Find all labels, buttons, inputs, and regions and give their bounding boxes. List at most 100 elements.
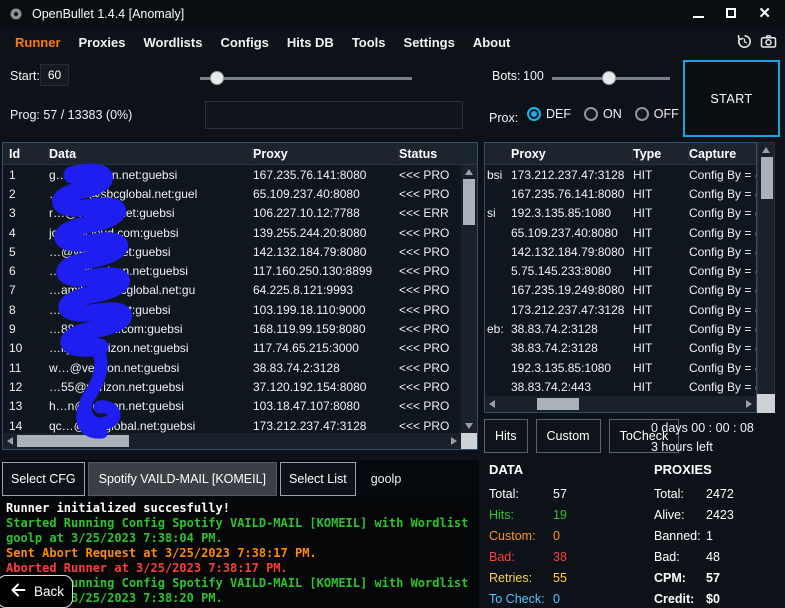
close-button[interactable]: ✕ — [758, 6, 771, 21]
results-vertical-scrollbar[interactable] — [461, 165, 477, 433]
camera-icon[interactable] — [760, 33, 777, 55]
cell-id: 4 — [9, 226, 49, 240]
cell-status: <<< PRO — [399, 419, 461, 433]
hits-row[interactable]: 142.132.184.79:8080HITConfig By = @ — [485, 242, 756, 261]
stat-value: 57 — [706, 568, 720, 589]
scroll-left-icon[interactable] — [489, 400, 495, 408]
hits-row[interactable]: 38.83.74.2:443HITConfig By = @ — [485, 377, 756, 396]
selected-wordlist-label: goolp — [371, 472, 402, 486]
hits-row[interactable]: eb:38.83.74.2:3128HITConfig By = @ — [485, 319, 756, 338]
menu-item-proxies[interactable]: Proxies — [70, 30, 135, 55]
results-row[interactable]: 13h…n@verizon.net:guebsi103.18.47.107:80… — [3, 397, 461, 416]
hits-row[interactable]: si192.3.135.85:1080HITConfig By = @ — [485, 204, 756, 223]
cell-data: …reu@verizon.net:guebsi — [49, 264, 253, 278]
prox-option-def[interactable]: DEF — [527, 107, 571, 121]
minimize-button[interactable] — [693, 5, 704, 23]
cell-proxy: 103.18.47.107:8080 — [253, 399, 399, 413]
radio-off[interactable] — [635, 107, 649, 121]
column-header-type[interactable]: Type — [633, 147, 689, 161]
results-row[interactable]: 1g…@verizon.net:guebsi167.235.76.141:808… — [3, 165, 461, 184]
scrollbar-thumb[interactable] — [761, 157, 773, 199]
scrollbar-thumb[interactable] — [463, 179, 475, 225]
select-cfg-button[interactable]: Select CFG — [2, 462, 85, 496]
start-count-input[interactable] — [40, 64, 69, 86]
hits-row[interactable]: 192.3.135.85:1080HITConfig By = @ — [485, 358, 756, 377]
stat-to-check: To Check:0 — [489, 589, 567, 608]
cell-status: <<< PRO — [399, 283, 461, 297]
hits-row[interactable]: 65.109.237.40:8080HITConfig By = @ — [485, 223, 756, 242]
tab-custom[interactable]: Custom — [536, 419, 601, 453]
scrollbar-thumb[interactable] — [17, 435, 129, 447]
hits-row[interactable]: 38.83.74.2:3128HITConfig By = @ — [485, 339, 756, 358]
hits-row[interactable]: 167.235.19.249:8080HITConfig By = @ — [485, 281, 756, 300]
column-header-status[interactable]: Status — [399, 147, 477, 161]
menu-item-settings[interactable]: Settings — [395, 30, 464, 55]
hits-table-rows: bsi173.212.237.47:3128HITConfig By = @16… — [485, 165, 756, 396]
results-row[interactable]: 4jo…@icloud.com:guebsi139.255.244.20:808… — [3, 223, 461, 242]
tab-hits[interactable]: Hits — [484, 419, 528, 453]
radio-label: OFF — [654, 107, 679, 121]
hits-vertical-scrollbar[interactable] — [757, 142, 775, 413]
hits-horizontal-scrollbar[interactable] — [485, 396, 756, 412]
hits-row[interactable]: 173.212.237.47:3128HITConfig By = @ — [485, 300, 756, 319]
scrollbar-corner — [461, 433, 477, 449]
column-header-proxy[interactable]: Proxy — [253, 147, 399, 161]
cell-proxy: 106.227.10.12:7788 — [253, 206, 399, 220]
scroll-left-icon[interactable] — [7, 437, 13, 445]
menu-item-hits-db[interactable]: Hits DB — [278, 30, 343, 55]
stat-value: 2472 — [706, 484, 734, 505]
selected-config-button[interactable]: Spotify VAILD-MAIL [KOMEIL] — [88, 462, 277, 496]
results-row[interactable]: 12…55@verizon.net:guebsi37.120.192.154:8… — [3, 377, 461, 396]
scroll-right-icon[interactable] — [746, 400, 752, 408]
radio-on[interactable] — [584, 107, 598, 121]
results-row[interactable]: 3r…@verizon.net:guebsi106.227.10.12:7788… — [3, 204, 461, 223]
stat-credit: Credit:$0 — [654, 589, 734, 608]
prox-option-on[interactable]: ON — [584, 107, 622, 121]
menu-item-about[interactable]: About — [464, 30, 520, 55]
menu-item-tools[interactable]: Tools — [343, 30, 395, 55]
menu-item-runner[interactable]: Runner — [6, 30, 70, 55]
slider-thumb[interactable] — [602, 71, 616, 85]
start-slider[interactable] — [200, 71, 412, 85]
results-row[interactable]: 11w…@verizon.net:guebsi38.83.74.2:3128<<… — [3, 358, 461, 377]
scroll-up-icon[interactable] — [762, 147, 770, 153]
results-row[interactable]: 6…reu@verizon.net:guebsi117.160.250.130:… — [3, 261, 461, 280]
results-horizontal-scrollbar[interactable] — [3, 433, 461, 449]
back-button[interactable]: Back — [0, 575, 73, 608]
results-row[interactable]: 9…88@icloud.com:guebsi168.119.99.159:808… — [3, 319, 461, 338]
column-header-capture[interactable]: Capture — [689, 147, 756, 161]
column-header-proxy[interactable]: Proxy — [511, 147, 633, 161]
column-header-id[interactable]: Id — [9, 147, 49, 161]
scroll-down-icon[interactable] — [465, 423, 473, 429]
bots-slider[interactable] — [552, 71, 670, 85]
maximize-button[interactable] — [726, 5, 736, 23]
bots-label: Bots: — [492, 69, 521, 83]
results-row[interactable]: 10…ily4@verizon.net:guebsi117.74.65.215:… — [3, 339, 461, 358]
cell-type: HIT — [633, 283, 689, 297]
cell-proxy: 117.74.65.215:3000 — [253, 341, 399, 355]
results-row[interactable]: 2…mare@sbcglobal.net:guel65.109.237.40:8… — [3, 184, 461, 203]
menu-item-configs[interactable]: Configs — [211, 30, 277, 55]
results-row[interactable]: 14qc…@sbcglobal.net:guebsi173.212.237.47… — [3, 416, 461, 433]
stat-label: Total: — [654, 484, 706, 505]
start-button[interactable]: START — [683, 60, 780, 137]
scroll-up-icon[interactable] — [465, 169, 473, 175]
results-row[interactable]: 8…@verizon.net:guebsi103.199.18.110:9000… — [3, 300, 461, 319]
history-icon[interactable] — [736, 33, 753, 55]
slider-thumb[interactable] — [210, 71, 224, 85]
prox-option-off[interactable]: OFF — [635, 107, 679, 121]
menu-item-wordlists[interactable]: Wordlists — [134, 30, 211, 55]
hits-row[interactable]: bsi173.212.237.47:3128HITConfig By = @ — [485, 165, 756, 184]
cell-data: jo…@icloud.com:guebsi — [49, 226, 253, 240]
select-list-button[interactable]: Select List — [280, 462, 356, 496]
hits-row[interactable]: 167.235.76.141:8080HITConfig By = @ — [485, 184, 756, 203]
scrollbar-thumb[interactable] — [537, 398, 579, 410]
scroll-right-icon[interactable] — [451, 437, 457, 445]
results-row[interactable]: 5…@verizon.net:guebsi142.132.184.79:8080… — [3, 242, 461, 261]
column-header-data[interactable]: Data — [49, 147, 253, 161]
cell-id: 14 — [9, 419, 49, 433]
radio-def-selected[interactable] — [527, 107, 541, 121]
results-row[interactable]: 7…amily5@sbcglobal.net:gu64.225.8.121:99… — [3, 281, 461, 300]
stat-label: Bad: — [489, 547, 553, 568]
hits-row[interactable]: 5.75.145.233:8080HITConfig By = @ — [485, 261, 756, 280]
